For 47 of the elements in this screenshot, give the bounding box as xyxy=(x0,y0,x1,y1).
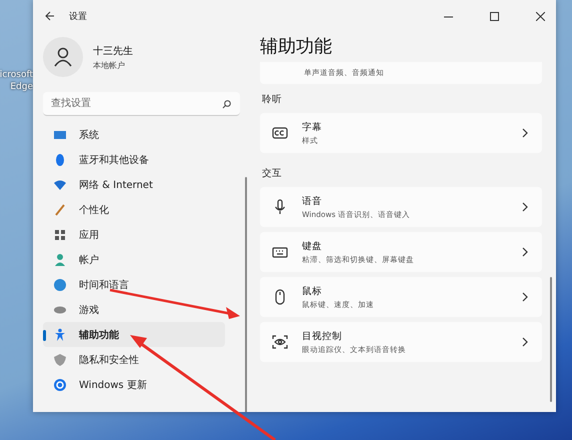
page-title: 辅助功能 xyxy=(260,35,333,58)
window-title: 设置 xyxy=(69,10,87,22)
maximize-icon xyxy=(490,12,498,20)
user-name: 十三先生 xyxy=(93,44,133,58)
nav-item[interactable]: Windows 更新 xyxy=(43,372,225,397)
desktop-icon-label: icrosoft xyxy=(0,70,33,80)
chevron-icon xyxy=(522,337,528,347)
nav-item[interactable]: 网络 & Internet xyxy=(43,172,225,197)
nav-item[interactable]: 隐私和安全性 xyxy=(43,347,225,372)
chevron-icon xyxy=(522,292,528,302)
nav-item[interactable]: 时间和语言 xyxy=(43,272,225,297)
section-heading: 交互 xyxy=(262,167,283,180)
nav-icon xyxy=(53,328,67,342)
chevron-icon xyxy=(522,247,528,257)
chevron-icon xyxy=(522,202,528,212)
search-icon xyxy=(222,100,231,109)
nav-icon xyxy=(53,228,67,242)
nav-item[interactable]: 帐户 xyxy=(43,247,225,272)
close-icon xyxy=(536,12,544,20)
nav-icon xyxy=(53,278,67,292)
nav-icon xyxy=(53,252,67,266)
nav-icon xyxy=(53,202,67,216)
card-title: 字幕 xyxy=(302,120,323,134)
card-title: 语音 xyxy=(302,194,323,208)
nav-item[interactable]: 应用 xyxy=(43,222,225,247)
search-field[interactable]: 查找设置 xyxy=(43,92,240,116)
card-title: 键盘 xyxy=(302,240,323,252)
nav-icon xyxy=(53,378,67,392)
nav-icon xyxy=(53,352,67,366)
card-title: 目视控制 xyxy=(302,330,343,342)
nav-item[interactable]: 蓝牙和其他设备 xyxy=(43,147,225,172)
card-title: 鼠标 xyxy=(302,284,323,298)
nav-item[interactable]: 个性化 xyxy=(43,197,225,222)
nav-item[interactable]: 辅助功能 xyxy=(43,322,225,347)
account-type: 本地帐户 xyxy=(93,60,126,70)
microphone-icon xyxy=(272,199,288,215)
nav-item[interactable]: 系统 xyxy=(43,122,225,147)
nav-item[interactable]: 游戏 xyxy=(43,297,225,322)
desktop-icon-label: Edge xyxy=(10,82,33,92)
person-icon xyxy=(53,47,73,67)
nav-icon xyxy=(53,152,67,166)
back-arrow-icon[interactable] xyxy=(45,11,55,21)
section-heading: 聆听 xyxy=(262,93,283,106)
nav-icon xyxy=(53,178,67,192)
captions-icon xyxy=(272,125,288,141)
chevron-icon xyxy=(522,128,528,138)
eye-control-icon xyxy=(272,334,288,350)
